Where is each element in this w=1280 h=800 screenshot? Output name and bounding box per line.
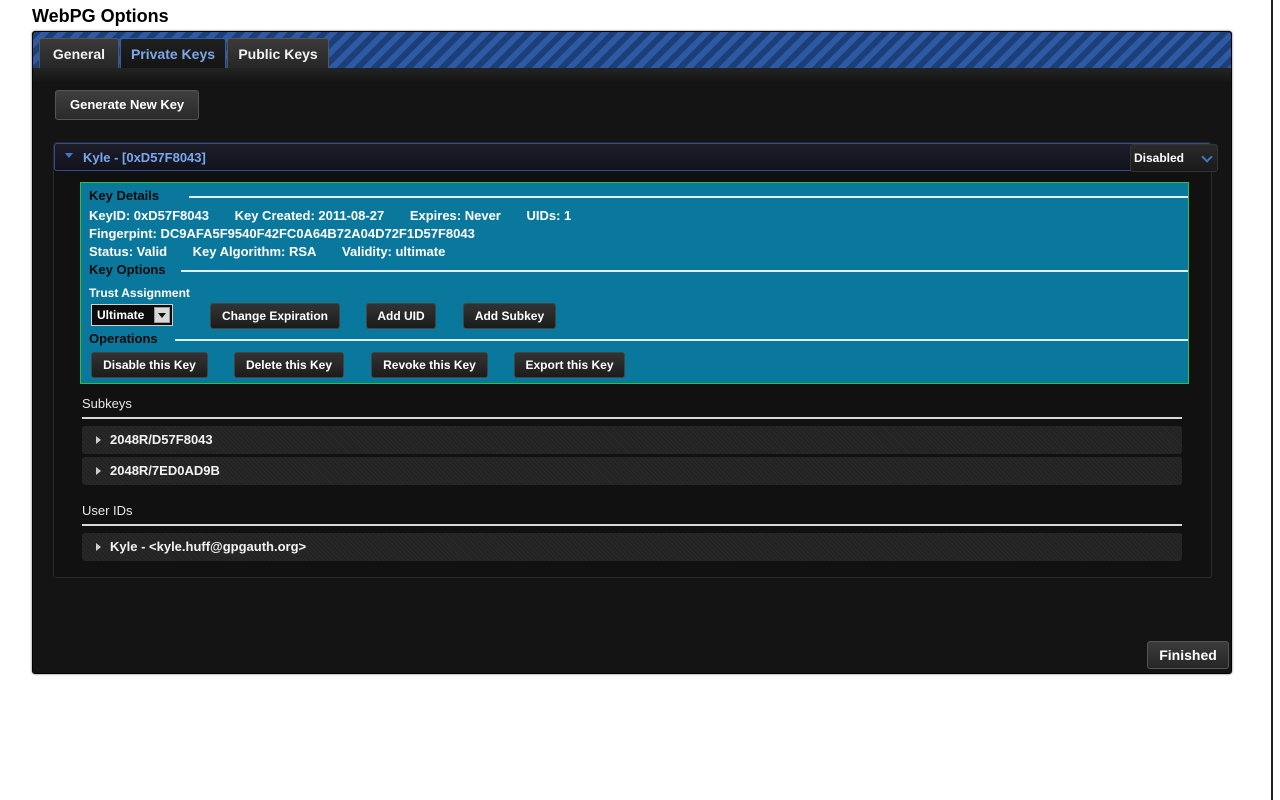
tab-strip-shade [33,68,1231,82]
key-validity: Validity: ultimate [342,244,446,259]
subkey-label: 2048R/7ED0AD9B [110,463,220,478]
trust-assignment-label: Trust Assignment [89,286,190,300]
expand-arrow-icon[interactable] [65,153,73,158]
key-status: Status: Valid [89,244,168,259]
generate-new-key-button[interactable]: Generate New Key [55,90,200,120]
subkey-row[interactable]: 2048R/7ED0AD9B [82,457,1182,485]
delete-key-button[interactable]: Delete this Key [234,352,344,378]
key-uids: UIDs: 1 [526,208,572,223]
key-options-heading: Key Options [89,262,166,277]
add-uid-button[interactable]: Add UID [366,303,436,329]
divider [181,270,1188,272]
finished-button[interactable]: Finished [1147,641,1229,669]
key-title: Kyle - [0xD57F8043] [83,150,206,165]
key-expires: Expires: Never [409,208,501,223]
trust-assignment-select[interactable]: Ultimate [91,304,173,326]
disable-key-button[interactable]: Disable this Key [91,352,208,378]
key-details-heading: Key Details [89,188,160,203]
key-details-panel: Key Details KeyID: 0xD57F8043 Key Create… [80,182,1189,384]
options-panel: General Private Keys Public Keys Generat… [32,31,1232,674]
chevron-down-icon [1201,151,1213,163]
key-fingerprint: Fingerpint: DC9AFA5F9540F42FC0A64B72A04D… [89,226,475,241]
subkey-row[interactable]: 2048R/D57F8043 [82,426,1182,454]
subkey-label: 2048R/D57F8043 [110,432,213,447]
divider [175,339,1188,341]
tab-bar: General Private Keys Public Keys [33,32,1231,69]
tab-private-keys[interactable]: Private Keys [120,38,226,69]
tab-public-keys[interactable]: Public Keys [227,38,329,69]
key-header[interactable]: Kyle - [0xD57F8043] Disabled [54,143,1218,172]
key-status-value: Disabled [1134,151,1185,165]
key-status-dropdown[interactable]: Disabled [1130,144,1218,172]
revoke-key-button[interactable]: Revoke this Key [371,352,488,378]
expand-arrow-icon [96,467,101,475]
divider [82,524,1182,526]
expand-arrow-icon [96,543,101,551]
key-id: KeyID: 0xD57F8043 [89,208,209,223]
divider [82,417,1182,419]
expand-arrow-icon [96,436,101,444]
private-key-entry: Kyle - [0xD57F8043] Disabled Key Details… [53,142,1218,578]
key-algorithm: Key Algorithm: RSA [192,244,317,259]
dropdown-arrow-icon [154,307,170,323]
divider [189,196,1188,198]
key-created: Key Created: 2011-08-27 [234,208,385,223]
user-id-row[interactable]: Kyle - <kyle.huff@gpgauth.org> [82,533,1182,561]
page-title: WebPG Options [32,6,169,26]
key-info-row-3: Status: Valid Key Algorithm: RSA Validit… [89,244,467,259]
user-id-label: Kyle - <kyle.huff@gpgauth.org> [110,539,307,554]
change-expiration-button[interactable]: Change Expiration [210,303,340,329]
user-ids-label: User IDs [82,503,133,518]
export-key-button[interactable]: Export this Key [514,352,625,378]
add-subkey-button[interactable]: Add Subkey [463,303,556,329]
tab-general[interactable]: General [39,38,119,69]
operations-heading: Operations [89,331,158,346]
window-edge [1271,0,1273,800]
subkeys-label: Subkeys [82,396,132,411]
trust-value: Ultimate [97,308,145,322]
key-info-row-1: KeyID: 0xD57F8043 Key Created: 2011-08-2… [89,208,593,223]
